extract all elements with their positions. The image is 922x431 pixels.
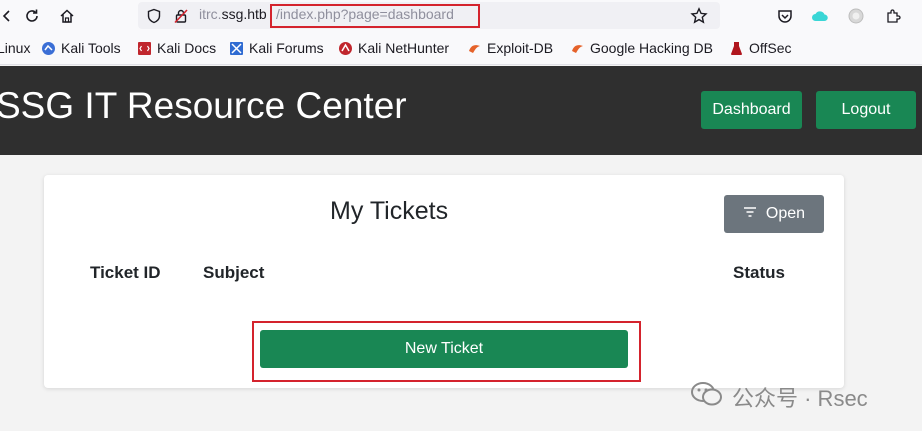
extension-circle-icon[interactable] — [845, 5, 867, 27]
cloud-sync-icon[interactable] — [809, 5, 831, 27]
tickets-title: My Tickets — [330, 197, 449, 225]
app-header: SSG IT Resource Center Dashboard Logout — [0, 66, 922, 155]
bookmark-offsec[interactable]: OffSec — [729, 40, 792, 56]
status-filter-button[interactable]: Open — [724, 195, 824, 233]
bookmark-google-hacking-db[interactable]: Google Hacking DB — [570, 40, 713, 56]
bookmark-star-icon[interactable] — [688, 5, 710, 27]
google-hacking-db-icon — [570, 41, 585, 56]
bookmark-label: Kali Forums — [249, 40, 324, 56]
new-ticket-button[interactable]: New Ticket — [260, 330, 628, 368]
bookmark-kali-tools[interactable]: Kali Tools — [41, 40, 121, 56]
offsec-icon — [729, 41, 744, 56]
insecure-lock-icon[interactable] — [170, 5, 192, 27]
column-header-subject: Subject — [203, 263, 265, 282]
logout-button[interactable]: Logout — [816, 91, 916, 129]
wechat-icon — [690, 381, 724, 413]
kali-nethunter-icon — [338, 41, 353, 56]
bookmark-label: OffSec — [749, 40, 792, 56]
bookmark-kali-forums[interactable]: Kali Forums — [229, 40, 324, 56]
kali-docs-icon — [137, 41, 152, 56]
bookmark-kali-nethunter[interactable]: Kali NetHunter — [338, 40, 449, 56]
pocket-icon[interactable] — [774, 5, 796, 27]
bookmark-label: Kali Tools — [61, 40, 121, 56]
filter-label: Open — [765, 205, 806, 222]
extensions-puzzle-icon[interactable] — [882, 5, 904, 27]
bookmarks-bar: Linux Kali Tools Kali Docs Kali Forums K… — [0, 32, 922, 65]
bookmark-label: Kali NetHunter — [358, 40, 450, 56]
kali-forums-icon — [229, 41, 244, 56]
bookmark-label: Google Hacking DB — [590, 40, 713, 56]
dashboard-button[interactable]: Dashboard — [701, 91, 802, 129]
tickets-card: My Tickets Open Ticket ID Subject Status… — [44, 175, 844, 388]
bookmark-linux[interactable]: Linux — [0, 40, 30, 56]
back-icon[interactable] — [0, 3, 20, 29]
home-icon[interactable] — [54, 3, 80, 29]
url-path: /index.php?page=dashboard — [276, 6, 454, 22]
column-header-status: Status — [733, 263, 785, 282]
site-title: SSG IT Resource Center — [0, 85, 407, 126]
bookmark-kali-docs[interactable]: Kali Docs — [137, 40, 216, 56]
exploit-db-icon — [467, 41, 482, 56]
bookmark-label: Exploit-DB — [487, 40, 554, 56]
tracking-shield-icon[interactable] — [143, 5, 165, 27]
bookmark-label: Kali Docs — [157, 40, 217, 56]
browser-toolbar: itrc.ssg.htb /index.php?page=dashboard — [0, 0, 922, 32]
watermark: 公众号 · Rsec — [690, 381, 868, 413]
bookmark-label: Linux — [0, 40, 31, 56]
bookmark-exploit-db[interactable]: Exploit-DB — [467, 40, 553, 56]
kali-tools-icon — [41, 41, 56, 56]
filter-icon — [743, 205, 757, 223]
watermark-text: 公众号 · Rsec — [732, 386, 868, 411]
column-header-ticket-id: Ticket ID — [90, 263, 161, 282]
reload-icon[interactable] — [19, 3, 45, 29]
url-host: itrc.ssg.htb — [199, 6, 267, 22]
